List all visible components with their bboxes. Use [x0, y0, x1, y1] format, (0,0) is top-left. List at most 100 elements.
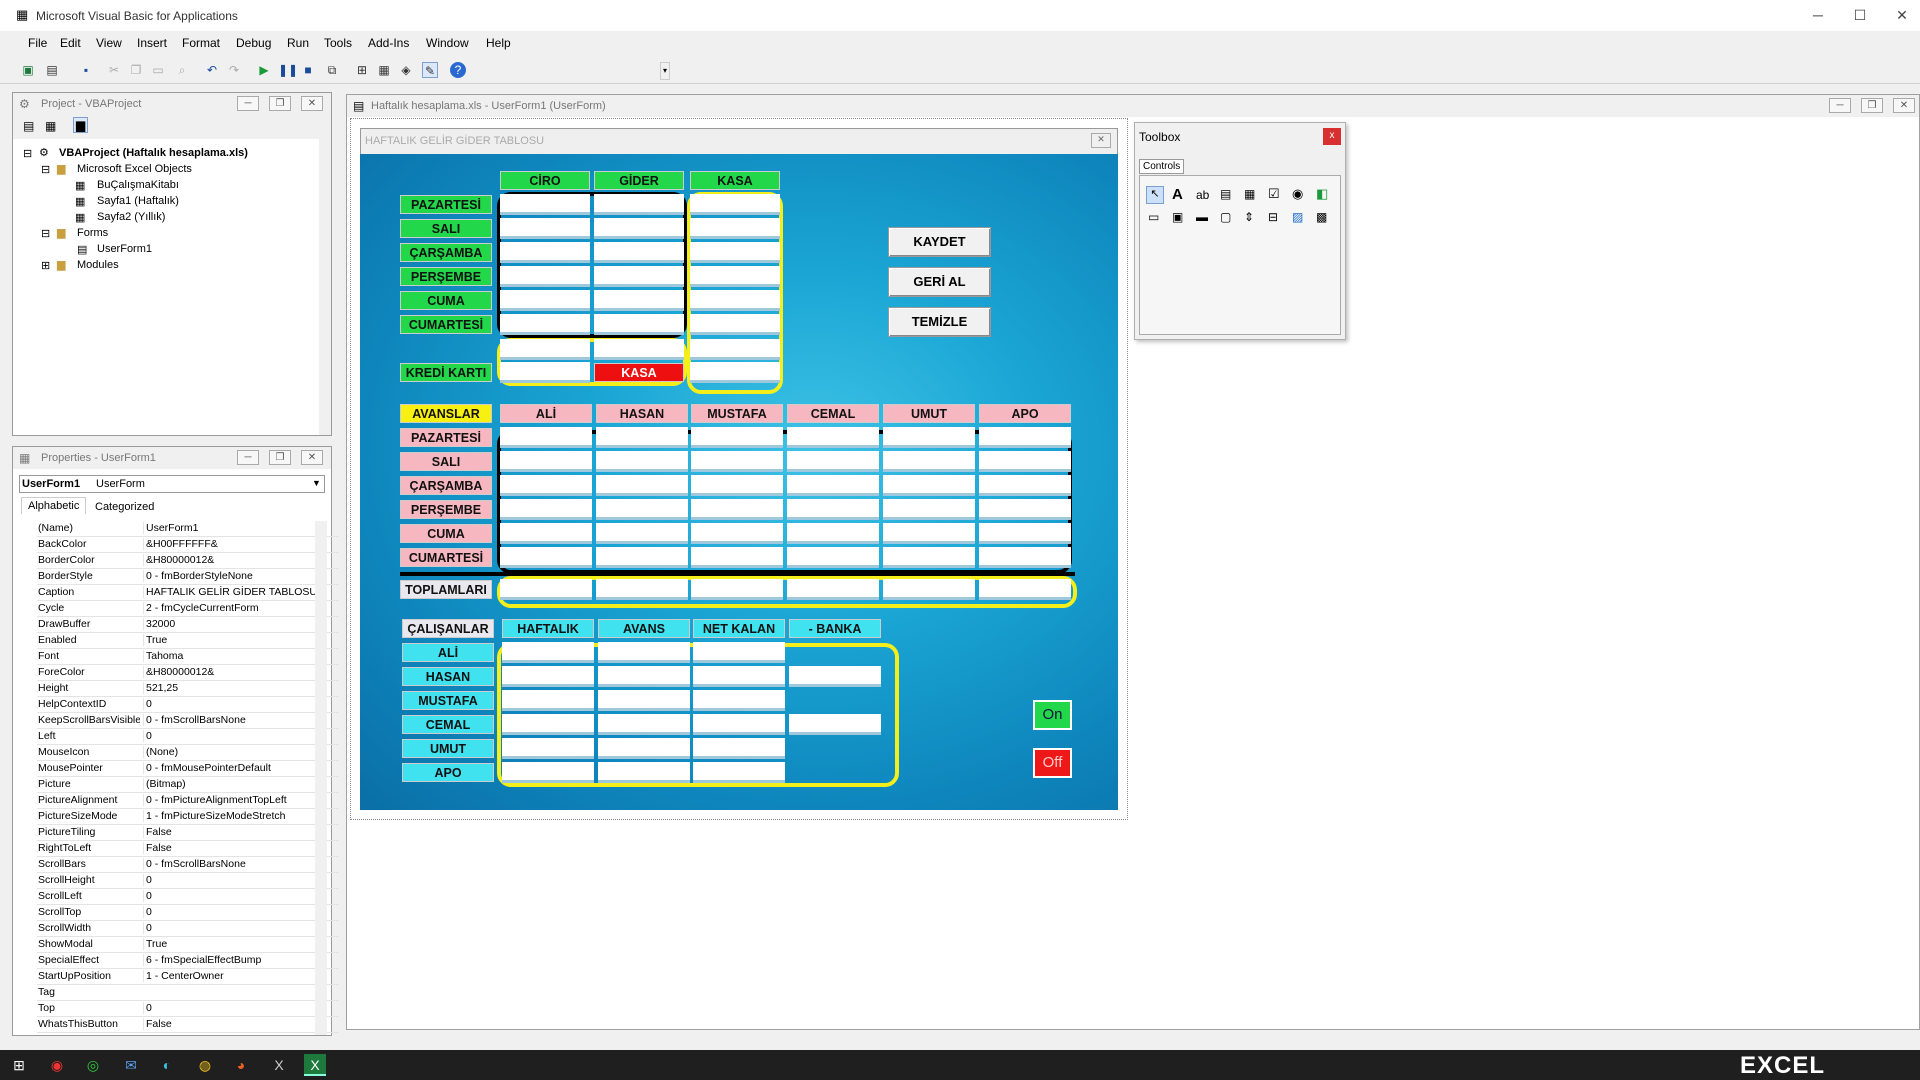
employee-input[interactable] [693, 738, 785, 759]
edge-icon[interactable]: ◐ [156, 1054, 178, 1076]
menu-edit[interactable]: Edit [60, 36, 81, 50]
avans-input[interactable] [691, 547, 783, 568]
property-row[interactable]: Enabled True [37, 633, 339, 649]
off-button[interactable]: Off [1033, 748, 1072, 778]
property-value[interactable]: 0 - fmBorderStyleNone [143, 570, 337, 582]
windows-start-icon[interactable]: ⊞ [8, 1054, 30, 1076]
view-code-icon[interactable]: ▤ [23, 119, 34, 133]
property-row[interactable]: Top 0 [37, 1001, 339, 1017]
toolbox-icon[interactable]: ✎ [422, 62, 438, 78]
property-value[interactable]: 0 - fmScrollBarsNone [143, 858, 337, 870]
property-value[interactable]: 1 - CenterOwner [143, 970, 337, 982]
tree-vbaproject[interactable]: VBAProject (Haftalık hesaplama.xls) [59, 147, 248, 159]
property-value[interactable]: (Bitmap) [143, 778, 337, 790]
avans-input[interactable] [787, 547, 879, 568]
cell-input[interactable] [594, 266, 684, 287]
mail-icon[interactable]: ✉ [120, 1054, 142, 1076]
property-value[interactable]: False [143, 842, 337, 854]
toolbox-close-button[interactable]: x [1323, 128, 1341, 145]
image-tool-icon[interactable]: ▨ [1292, 210, 1303, 224]
help-icon[interactable]: ? [450, 62, 466, 78]
avans-input[interactable] [787, 427, 879, 448]
insert-userform-icon[interactable]: ▤ [44, 62, 60, 78]
avans-input[interactable] [883, 523, 975, 544]
menu-format[interactable]: Format [182, 36, 220, 50]
property-value[interactable]: 0 [143, 698, 337, 710]
property-row[interactable]: ShowModal True [37, 937, 339, 953]
tab-alphabetic[interactable]: Alphabetic [21, 497, 87, 514]
scrollbar-tool-icon[interactable]: ⇕ [1244, 210, 1254, 224]
property-row[interactable]: ForeColor &H80000012& [37, 665, 339, 681]
employee-input[interactable] [598, 762, 690, 783]
cell-input[interactable] [690, 218, 780, 239]
property-row[interactable]: BorderStyle 0 - fmBorderStyleNone [37, 569, 339, 585]
property-value[interactable]: 1 - fmPictureSizeModeStretch [143, 810, 337, 822]
avans-input[interactable] [979, 427, 1071, 448]
property-row[interactable]: ScrollLeft 0 [37, 889, 339, 905]
project-close-button[interactable]: ✕ [301, 96, 323, 111]
avans-input[interactable] [883, 499, 975, 520]
avans-input[interactable] [883, 475, 975, 496]
property-value[interactable]: 2 - fmCycleCurrentForm [143, 602, 337, 614]
banka-input[interactable] [789, 714, 881, 735]
property-row[interactable]: Font Tahoma [37, 649, 339, 665]
cell-input[interactable] [500, 194, 590, 215]
banka-input[interactable] [789, 666, 881, 687]
cell-input[interactable] [690, 194, 780, 215]
property-value[interactable]: False [143, 826, 337, 838]
avans-input[interactable] [500, 547, 592, 568]
record-icon[interactable]: ◉ [46, 1054, 68, 1076]
cell-input[interactable] [594, 242, 684, 263]
userform-close-icon[interactable]: ✕ [1091, 133, 1111, 148]
property-value[interactable]: 6 - fmSpecialEffectBump [143, 954, 337, 966]
tree-forms[interactable]: Forms [77, 227, 108, 239]
label-tool-icon[interactable]: A [1172, 186, 1183, 203]
tabstrip-tool-icon[interactable]: ▬ [1196, 210, 1208, 224]
undo-icon[interactable]: ↶ [204, 62, 220, 78]
avans-total-input[interactable] [883, 579, 975, 600]
property-row[interactable]: ScrollWidth 0 [37, 921, 339, 937]
commandbutton-tool-icon[interactable]: ▣ [1172, 210, 1183, 224]
togglebutton-tool-icon[interactable]: ◧ [1316, 186, 1328, 202]
cell-input[interactable] [500, 290, 590, 311]
total-gider-input[interactable] [594, 339, 684, 360]
tree-modules[interactable]: Modules [77, 259, 119, 271]
property-row[interactable]: MouseIcon (None) [37, 745, 339, 761]
firefox-icon[interactable]: ◕ [230, 1054, 252, 1076]
project-restore-button[interactable]: ❐ [269, 96, 291, 111]
property-row[interactable]: WhatsThisButton False [37, 1017, 339, 1033]
property-value[interactable]: &H00FFFFFF& [143, 538, 337, 550]
avans-total-input[interactable] [691, 579, 783, 600]
on-button[interactable]: On [1033, 700, 1072, 730]
avans-total-input[interactable] [500, 579, 592, 600]
property-value[interactable]: 32000 [143, 618, 337, 630]
menu-help[interactable]: Help [486, 36, 511, 50]
avans-input[interactable] [691, 499, 783, 520]
avans-input[interactable] [500, 499, 592, 520]
optionbutton-tool-icon[interactable]: ◉ [1292, 186, 1303, 202]
property-value[interactable]: &H80000012& [143, 554, 337, 566]
designer-restore-button[interactable]: ❐ [1861, 98, 1883, 113]
spinbutton-tool-icon[interactable]: ⊟ [1268, 210, 1278, 224]
property-row[interactable]: MousePointer 0 - fmMousePointerDefault [37, 761, 339, 777]
properties-close-button[interactable]: ✕ [301, 450, 323, 465]
property-value[interactable]: HAFTALIK GELİR GİDER TABLOSU [143, 586, 337, 598]
redo-icon[interactable]: ↷ [226, 62, 242, 78]
textbox-tool-icon[interactable]: ab [1196, 188, 1209, 202]
avans-input[interactable] [787, 451, 879, 472]
save-icon[interactable]: ▪ [78, 62, 94, 78]
kasa-total-input[interactable] [690, 362, 780, 383]
employee-input[interactable] [502, 738, 594, 759]
toggle-folders-icon[interactable]: ▆ [73, 117, 89, 133]
cell-input[interactable] [690, 290, 780, 311]
checkbox-tool-icon[interactable]: ☑ [1268, 186, 1280, 202]
toolbox-tab-controls[interactable]: Controls [1139, 159, 1185, 174]
chrome-icon[interactable]: ◍ [194, 1054, 216, 1076]
properties-scrollbar[interactable] [315, 521, 327, 1035]
cell-input[interactable] [500, 314, 590, 335]
employee-input[interactable] [502, 690, 594, 711]
menu-window[interactable]: Window [426, 36, 469, 50]
avans-input[interactable] [979, 475, 1071, 496]
employee-input[interactable] [693, 642, 785, 663]
project-scrollbar[interactable] [319, 115, 331, 435]
